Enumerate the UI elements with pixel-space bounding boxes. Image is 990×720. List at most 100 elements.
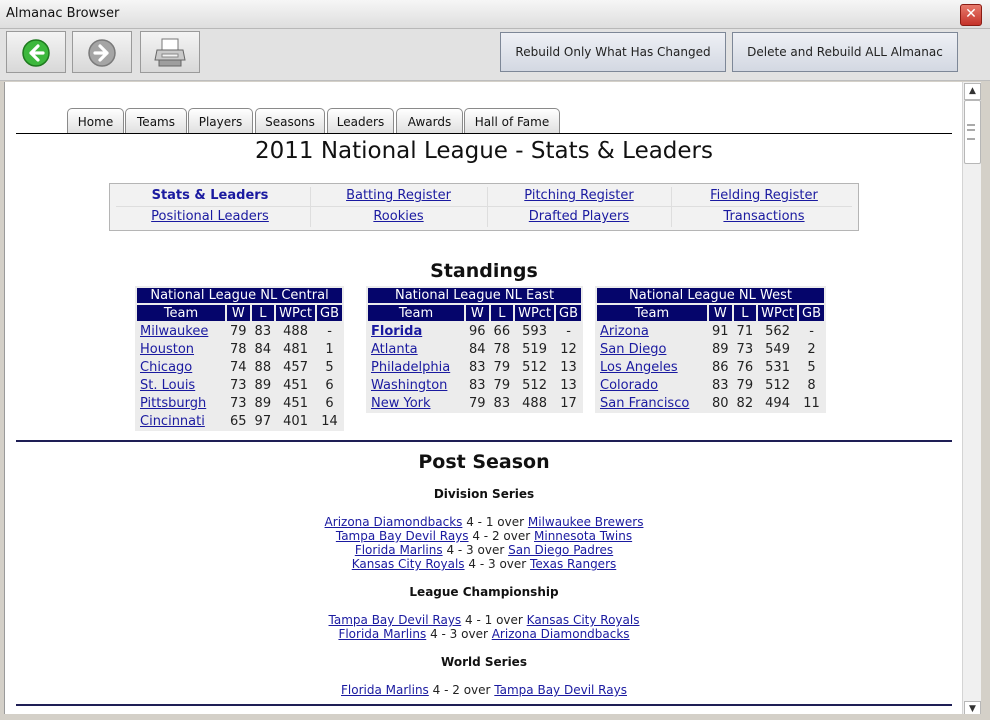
col-l: L — [490, 305, 514, 321]
win-pct: 512 — [522, 359, 547, 375]
team-link[interactable]: Milwaukee — [140, 324, 208, 339]
world-series-results: Florida Marlins 4 - 2 over Tampa Bay Dev… — [5, 683, 963, 697]
subnav-positional-leaders[interactable]: Positional Leaders — [110, 209, 310, 224]
team-link[interactable]: San Francisco — [600, 396, 689, 411]
loser-link[interactable]: Tampa Bay Devil Rays — [494, 683, 627, 697]
win-pct: 488 — [522, 395, 547, 411]
losses: 73 — [736, 341, 754, 357]
col-wpct: WPct — [758, 305, 798, 321]
team-link[interactable]: Colorado — [600, 378, 658, 393]
loser-link[interactable]: Arizona Diamondbacks — [492, 627, 630, 641]
col-w: W — [227, 305, 250, 321]
loser-link[interactable]: Milwaukee Brewers — [528, 515, 644, 529]
team-link[interactable]: Pittsburgh — [140, 396, 206, 411]
title-bar: Almanac Browser ✕ — [0, 0, 990, 29]
scroll-up-icon[interactable]: ▲ — [964, 83, 981, 100]
wins: 65 — [230, 413, 247, 429]
subnav-drafted-players[interactable]: Drafted Players — [487, 209, 671, 224]
table-row: Pittsburgh 73 89 451 6 — [137, 395, 342, 411]
printer-icon — [154, 38, 186, 67]
winner-link[interactable]: Tampa Bay Devil Rays — [329, 613, 462, 627]
loser-link[interactable]: Minnesota Twins — [534, 529, 632, 543]
win-pct: 512 — [765, 377, 790, 393]
team-link[interactable]: Chicago — [140, 360, 192, 375]
team-link[interactable]: Washington — [371, 378, 447, 393]
over-word: over — [503, 529, 531, 543]
print-button[interactable] — [140, 31, 200, 73]
wins: 79 — [469, 395, 486, 411]
header-row: Team W L WPct GB — [137, 305, 343, 321]
winner-link[interactable]: Arizona Diamondbacks — [325, 515, 463, 529]
division-name: National League NL Central — [137, 288, 343, 303]
games-back: 5 — [325, 359, 334, 375]
subnav-rookies[interactable]: Rookies — [310, 209, 487, 224]
col-wpct: WPct — [276, 305, 316, 321]
standings-table-central: National League NL Central Team W L WPct… — [135, 286, 345, 431]
team-link[interactable]: Atlanta — [371, 342, 418, 357]
losses: 97 — [254, 413, 272, 429]
wins: 83 — [469, 359, 486, 375]
tab-awards[interactable]: Awards — [396, 108, 463, 133]
over-word: over — [461, 627, 488, 641]
back-button[interactable] — [6, 31, 66, 73]
team-link[interactable]: Florida — [371, 324, 422, 339]
rebuild-all-button[interactable]: Delete and Rebuild ALL Almanac Files — [732, 32, 958, 97]
wins: 83 — [712, 377, 729, 393]
table-row: Philadelphia 83 79 512 13 — [368, 359, 581, 375]
team-link[interactable]: Houston — [140, 342, 194, 357]
tab-teams[interactable]: Teams — [125, 108, 187, 133]
team-link[interactable]: New York — [371, 396, 431, 411]
page-title: 2011 National League - Stats & Leaders — [254, 138, 713, 164]
losses: 83 — [493, 395, 511, 411]
team-link[interactable]: Los Angeles — [600, 360, 678, 375]
tab-players[interactable]: Players — [188, 108, 253, 133]
games-back: 14 — [321, 413, 338, 429]
winner-link[interactable]: Tampa Bay Devil Rays — [336, 529, 469, 543]
loser-link[interactable]: Kansas City Royals — [527, 613, 640, 627]
table-row: Milwaukee 79 83 488 - — [137, 323, 342, 339]
col-l: L — [733, 305, 757, 321]
winner-link[interactable]: Florida Marlins — [341, 683, 429, 697]
team-link[interactable]: Arizona — [600, 324, 649, 339]
standings-heading: Standings — [430, 260, 538, 282]
win-pct: 494 — [765, 395, 790, 411]
subnav-stats-leaders[interactable]: Stats & Leaders — [110, 188, 310, 203]
loser-link[interactable]: San Diego Padres — [508, 543, 613, 557]
team-link[interactable]: St. Louis — [140, 378, 195, 393]
team-link[interactable]: Philadelphia — [371, 360, 450, 375]
games-back: 1 — [325, 341, 334, 357]
subnav-batting-register[interactable]: Batting Register — [310, 188, 487, 203]
tab-leaders[interactable]: Leaders — [327, 108, 394, 133]
table-row: Houston 78 84 481 1 — [137, 341, 342, 357]
forward-arrow-icon — [88, 39, 116, 67]
winner-link[interactable]: Florida Marlins — [338, 627, 426, 641]
series-result: Arizona Diamondbacks 4 - 1 over Milwauke… — [5, 515, 963, 529]
tab-home[interactable]: Home — [67, 108, 124, 133]
games-back: 5 — [807, 359, 816, 375]
winner-link[interactable]: Florida Marlins — [355, 543, 443, 557]
loser-link[interactable]: Texas Rangers — [530, 557, 616, 571]
games-back: 13 — [560, 359, 577, 375]
rebuild-changed-button[interactable]: Rebuild Only What Has Changed — [500, 32, 726, 72]
table-row: Colorado 83 79 512 8 — [597, 377, 824, 393]
col-team: Team — [368, 305, 464, 321]
standings-table-west: National League NL West Team W L WPct GB… — [595, 286, 827, 413]
close-icon[interactable]: ✕ — [960, 4, 982, 26]
subnav-transactions[interactable]: Transactions — [671, 209, 857, 224]
division-name: National League NL West — [597, 288, 825, 303]
winner-link[interactable]: Kansas City Royals — [352, 557, 465, 571]
division-series-heading: Division Series — [433, 487, 535, 501]
team-link[interactable]: San Diego — [600, 342, 666, 357]
col-team: Team — [137, 305, 225, 321]
tab-hall-of-fame[interactable]: Hall of Fame — [464, 108, 560, 133]
table-row: Atlanta 84 78 519 12 — [368, 341, 581, 357]
subnav-fielding-register[interactable]: Fielding Register — [671, 188, 857, 203]
vertical-scrollbar[interactable]: ▲ ▼ — [962, 82, 981, 720]
forward-button[interactable] — [72, 31, 132, 73]
tab-divider — [16, 133, 952, 134]
losses: 83 — [254, 323, 272, 339]
tab-seasons[interactable]: Seasons — [255, 108, 325, 133]
subnav-pitching-register[interactable]: Pitching Register — [487, 188, 671, 203]
team-link[interactable]: Cincinnati — [140, 414, 205, 429]
over-word: over — [463, 683, 491, 697]
